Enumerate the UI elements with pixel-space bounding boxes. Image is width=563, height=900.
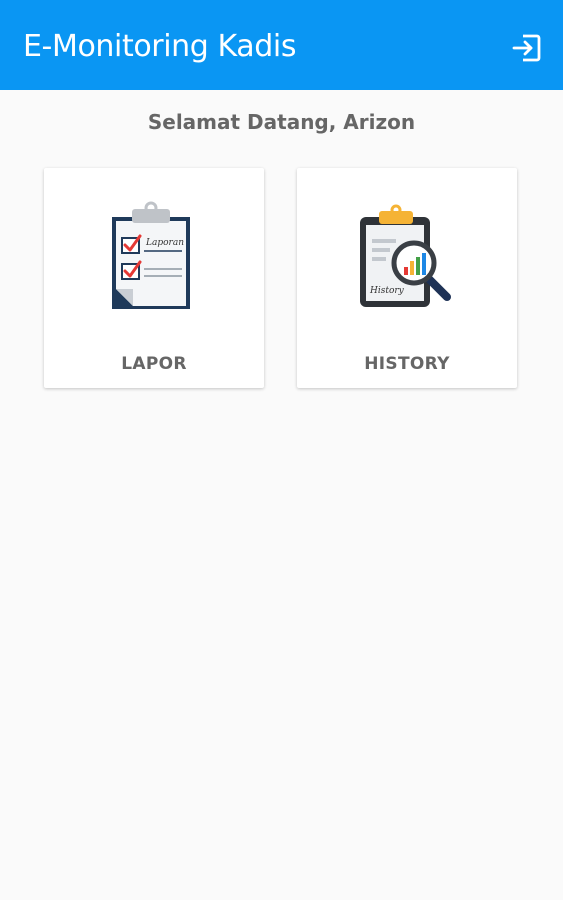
lapor-card[interactable]: Laporan LAPOR bbox=[44, 168, 264, 388]
history-card[interactable]: History HISTORY bbox=[297, 168, 517, 388]
svg-text:History: History bbox=[369, 286, 405, 296]
app-bar: E-Monitoring Kadis bbox=[0, 0, 563, 90]
logout-button[interactable] bbox=[507, 28, 547, 68]
history-label: HISTORY bbox=[364, 354, 450, 374]
lapor-label: LAPOR bbox=[121, 354, 187, 374]
history-clipboard-icon: History bbox=[360, 204, 451, 307]
app-title: E-Monitoring Kadis bbox=[23, 29, 297, 64]
report-clipboard-icon: Laporan bbox=[112, 201, 190, 309]
svg-text:Laporan: Laporan bbox=[145, 238, 184, 248]
logout-icon bbox=[512, 34, 541, 62]
welcome-message: Selamat Datang, Arizon bbox=[147, 110, 416, 134]
